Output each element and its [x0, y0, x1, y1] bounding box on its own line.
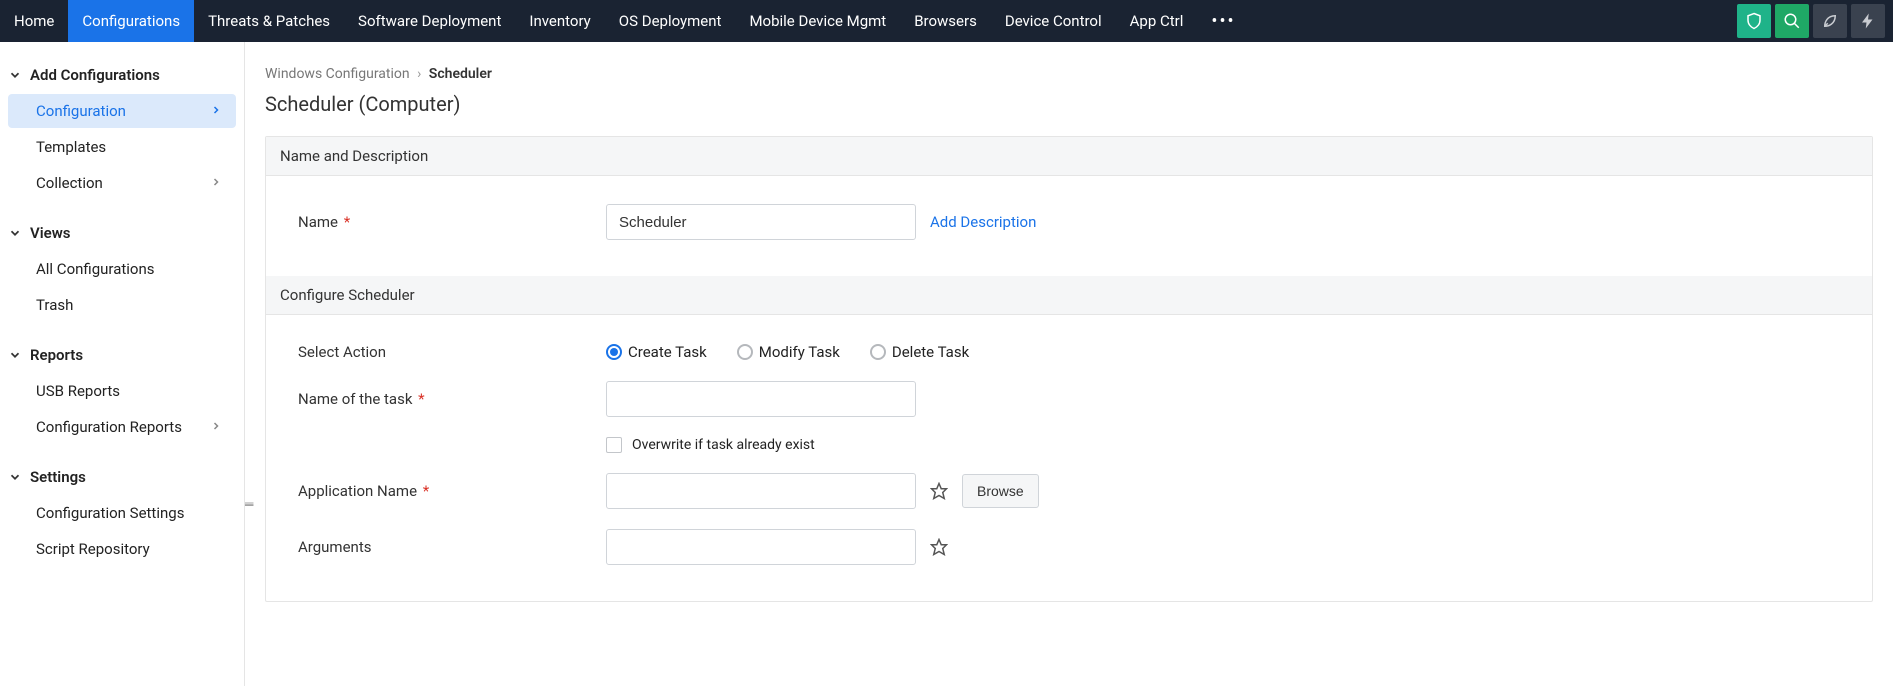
label-task-name: Name of the task * — [266, 390, 606, 408]
sidebar: Add Configurations Configuration Templat… — [0, 42, 245, 686]
nav-os-deployment[interactable]: OS Deployment — [605, 0, 736, 42]
main-content: Windows Configuration › Scheduler Schedu… — [245, 42, 1893, 686]
nav-mobile-device-mgmt[interactable]: Mobile Device Mgmt — [735, 0, 900, 42]
chevron-right-icon: › — [417, 66, 421, 82]
label-name: Name * — [266, 213, 606, 231]
nav-more[interactable]: ••• — [1197, 0, 1249, 42]
arguments-input[interactable] — [606, 529, 916, 565]
sidebar-item-configuration-settings[interactable]: Configuration Settings — [8, 496, 236, 530]
sidebar-item-configuration[interactable]: Configuration — [8, 94, 236, 128]
sidebar-item-collection[interactable]: Collection — [8, 166, 236, 200]
flash-icon[interactable] — [1851, 4, 1885, 38]
sidebar-group-label: Add Configurations — [30, 66, 160, 84]
nav-browsers[interactable]: Browsers — [900, 0, 991, 42]
sidebar-item-all-configurations[interactable]: All Configurations — [8, 252, 236, 286]
sidebar-item-configuration-reports[interactable]: Configuration Reports — [8, 410, 236, 444]
section-header-name-desc: Name and Description — [266, 137, 1872, 176]
star-icon[interactable] — [930, 482, 948, 500]
sidebar-collapse-handle[interactable]: ⫴ — [238, 502, 250, 526]
rocket-icon[interactable] — [1813, 4, 1847, 38]
label-arguments: Arguments — [266, 538, 606, 556]
label-app-name: Application Name * — [266, 482, 606, 500]
breadcrumb-root[interactable]: Windows Configuration — [265, 66, 410, 82]
sidebar-item-label: Collection — [36, 174, 103, 192]
required-indicator: * — [414, 390, 424, 408]
breadcrumb: Windows Configuration › Scheduler — [265, 66, 1873, 82]
chevron-down-icon — [8, 68, 22, 82]
radio-label: Delete Task — [892, 343, 969, 361]
sidebar-item-label: USB Reports — [36, 382, 120, 400]
sidebar-item-label: Configuration Reports — [36, 418, 182, 436]
top-nav: Home Configurations Threats & Patches So… — [0, 0, 1893, 42]
sidebar-item-label: Templates — [36, 138, 106, 156]
nav-software-deployment[interactable]: Software Deployment — [344, 0, 515, 42]
chevron-right-icon — [210, 102, 222, 120]
nav-configurations[interactable]: Configurations — [68, 0, 194, 42]
sidebar-group-reports[interactable]: Reports — [0, 338, 244, 372]
radio-dot-icon — [737, 344, 753, 360]
overwrite-checkbox[interactable] — [606, 437, 622, 453]
star-icon[interactable] — [930, 538, 948, 556]
nav-device-control[interactable]: Device Control — [991, 0, 1116, 42]
radio-label: Modify Task — [759, 343, 840, 361]
breadcrumb-current: Scheduler — [429, 66, 492, 82]
sidebar-group-views[interactable]: Views — [0, 216, 244, 250]
required-indicator: * — [419, 482, 429, 500]
nav-inventory[interactable]: Inventory — [515, 0, 604, 42]
browse-button[interactable]: Browse — [962, 474, 1039, 508]
radio-create-task[interactable]: Create Task — [606, 343, 707, 361]
required-indicator: * — [340, 213, 350, 231]
radio-dot-icon — [870, 344, 886, 360]
chevron-down-icon — [8, 226, 22, 240]
sidebar-group-settings[interactable]: Settings — [0, 460, 244, 494]
radio-dot-icon — [606, 344, 622, 360]
sidebar-group-add-configurations[interactable]: Add Configurations — [0, 58, 244, 92]
sidebar-item-usb-reports[interactable]: USB Reports — [8, 374, 236, 408]
task-name-input[interactable] — [606, 381, 916, 417]
label-select-action: Select Action — [266, 343, 606, 361]
section-header-configure: Configure Scheduler — [266, 276, 1872, 315]
radio-delete-task[interactable]: Delete Task — [870, 343, 969, 361]
top-nav-right — [1737, 0, 1893, 42]
sidebar-group-label: Reports — [30, 346, 83, 364]
sidebar-item-label: Configuration — [36, 102, 126, 120]
sidebar-item-label: Configuration Settings — [36, 504, 184, 522]
sidebar-item-templates[interactable]: Templates — [8, 130, 236, 164]
sidebar-item-label: Trash — [36, 296, 73, 314]
sidebar-group-label: Settings — [30, 468, 86, 486]
sidebar-item-script-repository[interactable]: Script Repository — [8, 532, 236, 566]
name-input[interactable] — [606, 204, 916, 240]
sidebar-group-label: Views — [30, 224, 71, 242]
search-icon[interactable] — [1775, 4, 1809, 38]
form-panel: Name and Description Name * Add Descript… — [265, 136, 1873, 602]
chevron-down-icon — [8, 470, 22, 484]
radio-label: Create Task — [628, 343, 707, 361]
action-radio-group: Create Task Modify Task Delete Task — [606, 343, 969, 361]
sidebar-item-label: All Configurations — [36, 260, 155, 278]
nav-app-ctrl[interactable]: App Ctrl — [1116, 0, 1198, 42]
overwrite-label: Overwrite if task already exist — [632, 437, 815, 453]
sidebar-item-label: Script Repository — [36, 540, 150, 558]
sidebar-item-trash[interactable]: Trash — [8, 288, 236, 322]
application-name-input[interactable] — [606, 473, 916, 509]
add-description-link[interactable]: Add Description — [930, 213, 1036, 231]
chevron-right-icon — [210, 418, 222, 436]
chevron-down-icon — [8, 348, 22, 362]
page-title: Scheduler (Computer) — [265, 92, 1873, 116]
nav-threats-patches[interactable]: Threats & Patches — [194, 0, 344, 42]
nav-home[interactable]: Home — [0, 0, 68, 42]
radio-modify-task[interactable]: Modify Task — [737, 343, 840, 361]
shield-icon[interactable] — [1737, 4, 1771, 38]
chevron-right-icon — [210, 174, 222, 192]
